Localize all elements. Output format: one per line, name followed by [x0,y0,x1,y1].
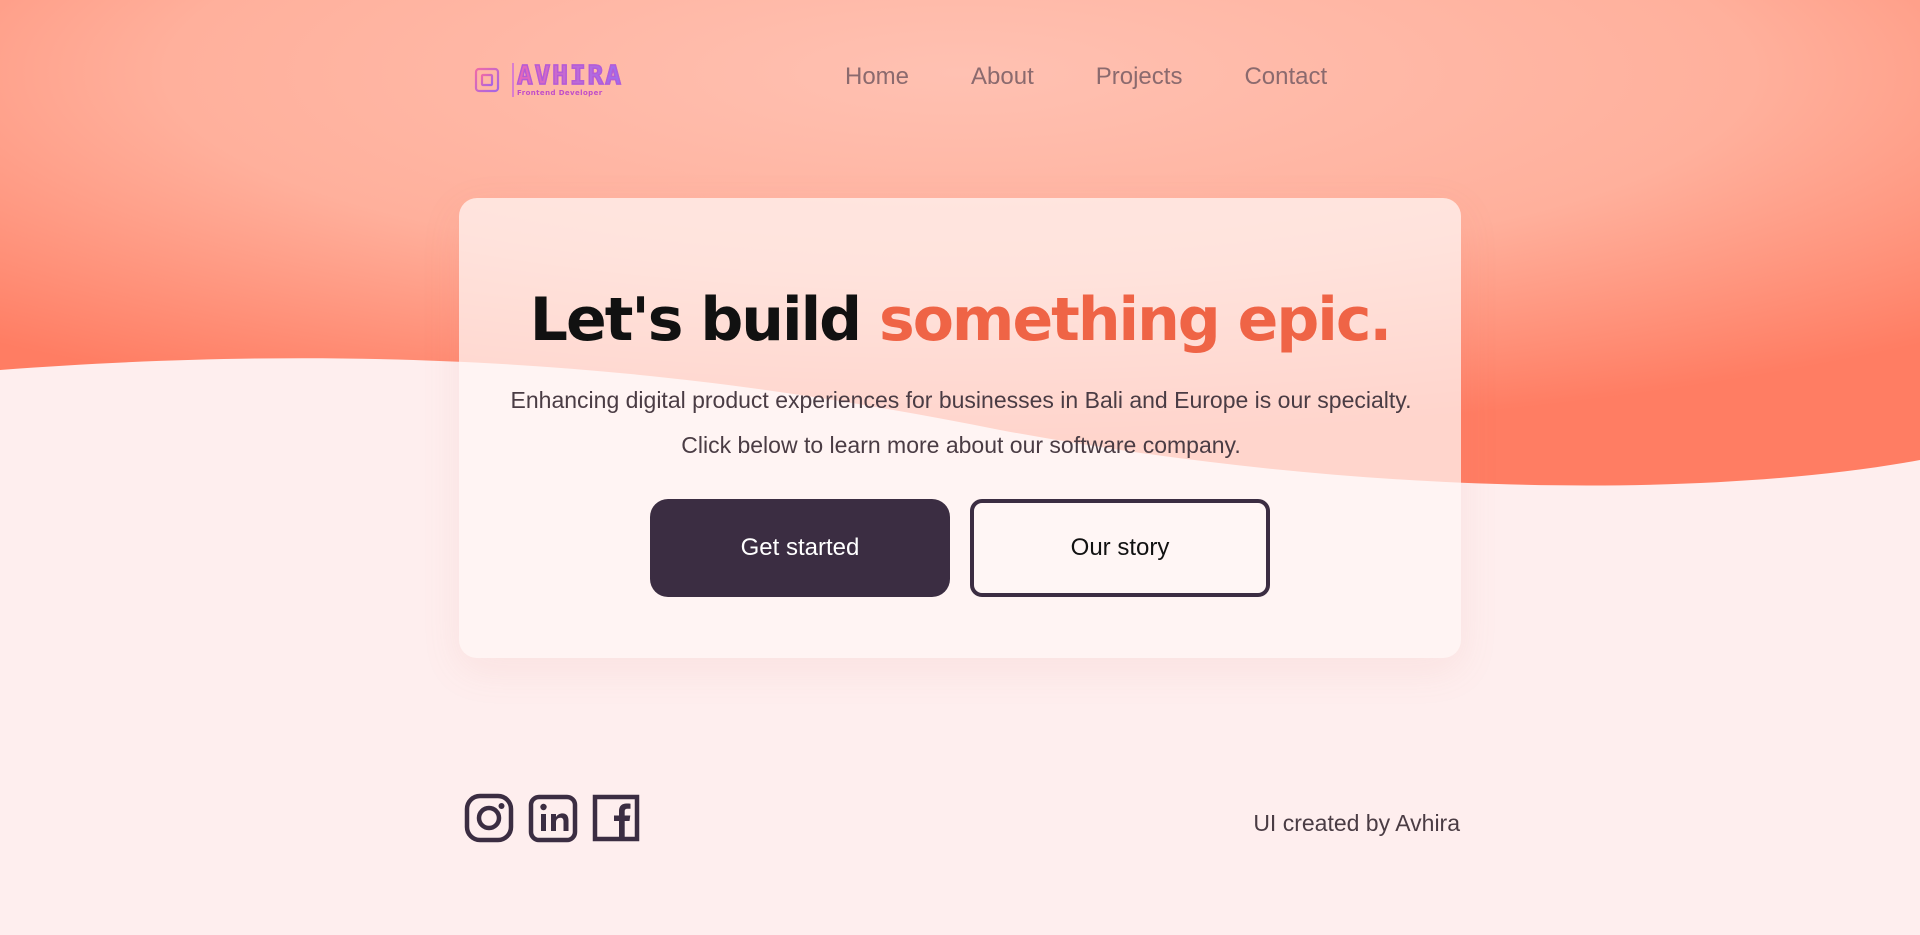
linkedin-link[interactable] [528,792,578,844]
main-nav: Home About Projects Contact [845,62,1389,92]
nav-link-home[interactable]: Home [845,62,909,92]
chip-icon [464,58,510,102]
nav-link-contact[interactable]: Contact [1244,62,1327,92]
hero-card: Let's build something epic. Enhancing di… [459,198,1461,658]
linkedin-icon [528,794,578,843]
site-header: AVHIRA Frontend Developer Home About Pro… [0,0,1920,160]
logo-text: AVHIRA Frontend Developer [516,60,623,98]
facebook-link[interactable] [592,792,642,844]
footer-credit: UI created by Avhira [1253,810,1460,836]
instagram-link[interactable] [464,792,514,844]
hero-headline: Let's build something epic. [459,282,1461,358]
social-links [464,792,642,844]
headline-plain: Let's build [529,285,879,355]
site-footer: UI created by Avhira [0,780,1920,860]
get-started-button[interactable]: Get started [650,499,950,597]
brand-logo[interactable]: AVHIRA Frontend Developer [464,58,654,102]
our-story-button[interactable]: Our story [970,499,1270,597]
nav-link-projects[interactable]: Projects [1096,62,1183,92]
logo-divider [512,63,514,97]
headline-accent: something epic. [878,285,1392,355]
instagram-icon [464,793,514,843]
nav-link-about[interactable]: About [971,62,1034,92]
brand-tagline: Frontend Developer [517,88,603,97]
brand-name: AVHIRA [516,60,623,91]
facebook-icon [592,794,640,842]
hero-subtitle: Enhancing digital product experiences fo… [510,387,1412,458]
